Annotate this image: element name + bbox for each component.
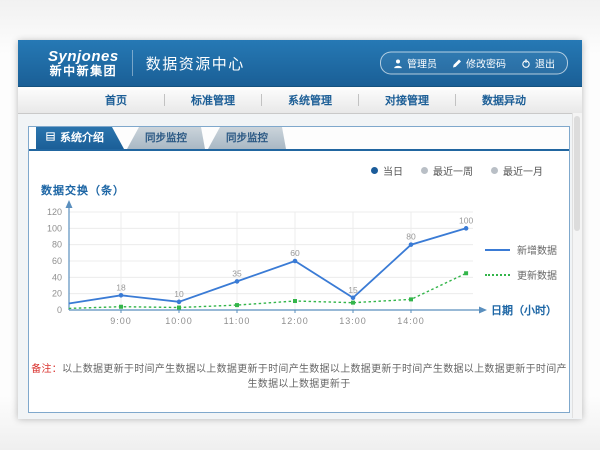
svg-text:13:00: 13:00 <box>339 316 367 326</box>
green-dotted-swatch-icon <box>485 274 510 276</box>
legend-label: 更新数据 <box>517 267 557 282</box>
user-toolbar: 管理员 修改密码 退出 <box>380 52 568 75</box>
svg-text:60: 60 <box>290 248 300 258</box>
tab-system-intro[interactable]: 系统介绍 <box>36 127 124 149</box>
nav-item-system-mgmt[interactable]: 系统管理 <box>262 92 358 108</box>
tab-sync-monitor-2[interactable]: 同步监控 <box>208 127 286 149</box>
document-grid-icon <box>46 127 55 149</box>
nav-item-home[interactable]: 首页 <box>68 92 164 108</box>
change-password-label: 修改密码 <box>466 56 506 71</box>
page-title: 数据资源中心 <box>146 53 245 74</box>
tab-bar: 系统介绍 同步监控 同步监控 <box>29 127 569 151</box>
svg-text:80: 80 <box>52 240 62 250</box>
page-background: Synjones 新中新集团 数据资源中心 管理员 修改密码 退出 <box>0 0 600 450</box>
svg-text:10:00: 10:00 <box>165 316 193 326</box>
app-header: Synjones 新中新集团 数据资源中心 管理员 修改密码 退出 <box>18 40 582 87</box>
change-password-button[interactable]: 修改密码 <box>452 56 506 71</box>
content-area: 系统介绍 同步监控 同步监控 当日 最近一周 <box>18 114 582 419</box>
radio-dot-icon <box>491 167 498 174</box>
chart-container: 0 20 40 60 80 100 120 9:00 10:00 11:00 12:00 13:00 1… <box>29 198 569 338</box>
tab-sync-monitor-1[interactable]: 同步监控 <box>127 127 205 149</box>
logout-label: 退出 <box>535 56 555 71</box>
footnote: 备注：以上数据更新于时间产生数据以上数据更新于时间产生数据以上数据更新于时间产生… <box>29 360 569 390</box>
svg-text:0: 0 <box>57 305 62 315</box>
filter-today-label: 当日 <box>383 163 403 178</box>
legend-item-updated-data[interactable]: 更新数据 <box>485 267 557 282</box>
svg-text:10: 10 <box>174 289 184 299</box>
svg-text:100: 100 <box>459 215 473 225</box>
svg-text:15: 15 <box>348 285 358 295</box>
legend-item-new-data[interactable]: 新增数据 <box>485 242 557 257</box>
logout-button[interactable]: 退出 <box>521 56 555 71</box>
chart-legend: 新增数据 更新数据 <box>485 242 557 282</box>
radio-dot-icon <box>371 167 378 174</box>
nav-item-interface-mgmt[interactable]: 对接管理 <box>359 92 455 108</box>
admin-user-label: 管理员 <box>407 56 437 71</box>
svg-text:18: 18 <box>116 282 126 292</box>
filter-last-week-label: 最近一周 <box>433 163 473 178</box>
svg-text:80: 80 <box>406 232 416 242</box>
svg-text:12:00: 12:00 <box>281 316 309 326</box>
logo-english: Synjones <box>48 49 119 64</box>
footnote-text: 以上数据更新于时间产生数据以上数据更新于时间产生数据以上数据更新于时间产生数据以… <box>62 364 567 390</box>
admin-user-button[interactable]: 管理员 <box>393 56 437 71</box>
panel-card: 系统介绍 同步监控 同步监控 当日 最近一周 <box>28 126 570 413</box>
company-logo: Synjones 新中新集团 <box>48 49 119 78</box>
svg-text:120: 120 <box>47 207 62 217</box>
edit-icon <box>452 58 462 68</box>
footnote-prefix: 备注： <box>31 364 62 375</box>
svg-text:20: 20 <box>52 289 62 299</box>
nav-item-standard-mgmt[interactable]: 标准管理 <box>165 92 261 108</box>
app-window: Synjones 新中新集团 数据资源中心 管理员 修改密码 退出 <box>18 40 582 418</box>
period-filter-group: 当日 最近一周 最近一月 <box>29 151 569 178</box>
filter-last-month-label: 最近一月 <box>503 163 543 178</box>
power-icon <box>521 58 531 68</box>
vertical-scrollbar[interactable] <box>572 113 582 418</box>
header-divider <box>132 50 133 76</box>
filter-today[interactable]: 当日 <box>371 163 403 178</box>
svg-text:40: 40 <box>52 272 62 282</box>
filter-last-month[interactable]: 最近一月 <box>491 163 543 178</box>
filter-last-week[interactable]: 最近一周 <box>421 163 473 178</box>
svg-text:14:00: 14:00 <box>397 316 425 326</box>
svg-text:9:00: 9:00 <box>110 316 132 326</box>
y-axis-title: 数据交换（条） <box>41 182 569 198</box>
svg-text:35: 35 <box>232 268 242 278</box>
user-icon <box>393 58 403 68</box>
main-nav: 首页 标准管理 系统管理 对接管理 数据异动 <box>18 87 582 114</box>
legend-label: 新增数据 <box>517 242 557 257</box>
x-axis-title: 日期（小时） <box>491 302 557 318</box>
svg-text:60: 60 <box>52 256 62 266</box>
tab-label: 系统介绍 <box>60 127 104 149</box>
blue-line-swatch-icon <box>485 249 510 251</box>
line-chart: 0 20 40 60 80 100 120 9:00 10:00 11:00 12:00 13:00 1… <box>29 198 559 338</box>
radio-dot-icon <box>421 167 428 174</box>
svg-text:100: 100 <box>47 223 62 233</box>
scrollbar-thumb[interactable] <box>574 116 580 231</box>
nav-item-data-change[interactable]: 数据异动 <box>456 92 552 108</box>
logo-chinese: 新中新集团 <box>48 64 119 78</box>
svg-text:11:00: 11:00 <box>224 316 251 326</box>
